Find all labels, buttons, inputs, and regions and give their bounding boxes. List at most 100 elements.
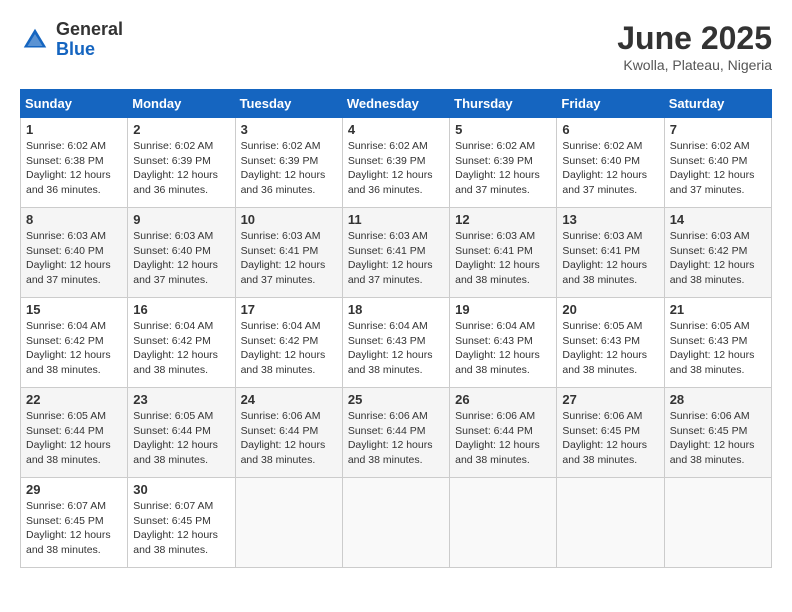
calendar-cell: 10 Sunrise: 6:03 AMSunset: 6:41 PMDayligh… (235, 208, 342, 298)
day-header-tuesday: Tuesday (235, 90, 342, 118)
day-info: Sunrise: 6:06 AMSunset: 6:45 PMDaylight:… (670, 409, 766, 468)
day-info: Sunrise: 6:04 AMSunset: 6:42 PMDaylight:… (26, 319, 122, 378)
day-info: Sunrise: 6:06 AMSunset: 6:44 PMDaylight:… (455, 409, 551, 468)
calendar-cell: 18Sunrise: 6:04 AMSunset: 6:43 PMDayligh… (342, 298, 449, 388)
calendar-cell: 27 Sunrise: 6:06 AMSunset: 6:45 PMDayligh… (557, 388, 664, 478)
calendar-cell: 22Sunrise: 6:05 AMSunset: 6:44 PMDayligh… (21, 388, 128, 478)
logo-icon (20, 25, 50, 55)
day-info: Sunrise: 6:02 AMSunset: 6:39 PMDaylight:… (348, 139, 444, 198)
calendar-cell: 15 Sunrise: 6:04 AMSunset: 6:42 PMDayligh… (21, 298, 128, 388)
calendar-cell: 12Sunrise: 6:03 AMSunset: 6:41 PMDayligh… (450, 208, 557, 298)
calendar-cell: 5 Sunrise: 6:02 AMSunset: 6:39 PMDaylight… (450, 118, 557, 208)
day-number: 15 (26, 302, 122, 317)
day-info: Sunrise: 6:04 AMSunset: 6:42 PMDaylight:… (133, 319, 229, 378)
calendar-cell: 4 Sunrise: 6:02 AMSunset: 6:39 PMDaylight… (342, 118, 449, 208)
title-section: June 2025 Kwolla, Plateau, Nigeria (617, 20, 772, 73)
day-number: 14 (670, 212, 766, 227)
day-info: Sunrise: 6:05 AMSunset: 6:44 PMDaylight:… (133, 409, 229, 468)
day-info: Sunrise: 6:03 AMSunset: 6:40 PMDaylight:… (26, 229, 122, 288)
calendar-cell: 13 Sunrise: 6:03 AMSunset: 6:41 PMDayligh… (557, 208, 664, 298)
day-number: 24 (241, 392, 337, 407)
week-row-3: 15 Sunrise: 6:04 AMSunset: 6:42 PMDayligh… (21, 298, 772, 388)
logo-blue: Blue (56, 39, 95, 59)
calendar-cell: 9 Sunrise: 6:03 AMSunset: 6:40 PMDaylight… (128, 208, 235, 298)
day-info: Sunrise: 6:03 AMSunset: 6:42 PMDaylight:… (670, 229, 766, 288)
day-info: Sunrise: 6:03 AMSunset: 6:41 PMDaylight:… (455, 229, 551, 288)
day-number: 11 (348, 212, 444, 227)
day-number: 23 (133, 392, 229, 407)
day-header-friday: Friday (557, 90, 664, 118)
calendar-cell: 20 Sunrise: 6:05 AMSunset: 6:43 PMDayligh… (557, 298, 664, 388)
calendar-cell: 16Sunrise: 6:04 AMSunset: 6:42 PMDayligh… (128, 298, 235, 388)
day-number: 17 (241, 302, 337, 317)
day-info: Sunrise: 6:02 AMSunset: 6:39 PMDaylight:… (241, 139, 337, 198)
week-row-5: 29 Sunrise: 6:07 AMSunset: 6:45 PMDayligh… (21, 478, 772, 568)
calendar-cell: 25 Sunrise: 6:06 AMSunset: 6:44 PMDayligh… (342, 388, 449, 478)
day-info: Sunrise: 6:07 AMSunset: 6:45 PMDaylight:… (26, 499, 122, 558)
day-number: 5 (455, 122, 551, 137)
day-number: 4 (348, 122, 444, 137)
day-number: 6 (562, 122, 658, 137)
calendar-cell: 29 Sunrise: 6:07 AMSunset: 6:45 PMDayligh… (21, 478, 128, 568)
day-header-thursday: Thursday (450, 90, 557, 118)
logo: General Blue (20, 20, 123, 60)
calendar-cell (235, 478, 342, 568)
day-number: 25 (348, 392, 444, 407)
day-number: 9 (133, 212, 229, 227)
calendar-body: 1Sunrise: 6:02 AMSunset: 6:38 PMDaylight… (21, 118, 772, 568)
logo-text: General Blue (56, 20, 123, 60)
calendar-cell: 8 Sunrise: 6:03 AMSunset: 6:40 PMDaylight… (21, 208, 128, 298)
day-number: 26 (455, 392, 551, 407)
calendar-table: SundayMondayTuesdayWednesdayThursdayFrid… (20, 89, 772, 568)
day-info: Sunrise: 6:06 AMSunset: 6:44 PMDaylight:… (241, 409, 337, 468)
calendar-cell (450, 478, 557, 568)
day-number: 27 (562, 392, 658, 407)
day-header-saturday: Saturday (664, 90, 771, 118)
page-header: General Blue June 2025 Kwolla, Plateau, … (20, 20, 772, 73)
day-number: 29 (26, 482, 122, 497)
day-number: 8 (26, 212, 122, 227)
calendar-cell: 24 Sunrise: 6:06 AMSunset: 6:44 PMDayligh… (235, 388, 342, 478)
day-number: 22 (26, 392, 122, 407)
calendar-cell: 23 Sunrise: 6:05 AMSunset: 6:44 PMDayligh… (128, 388, 235, 478)
day-info: Sunrise: 6:02 AMSunset: 6:40 PMDaylight:… (562, 139, 658, 198)
week-row-1: 1Sunrise: 6:02 AMSunset: 6:38 PMDaylight… (21, 118, 772, 208)
week-row-2: 8 Sunrise: 6:03 AMSunset: 6:40 PMDaylight… (21, 208, 772, 298)
day-number: 13 (562, 212, 658, 227)
calendar-cell (664, 478, 771, 568)
day-number: 3 (241, 122, 337, 137)
day-info: Sunrise: 6:03 AMSunset: 6:41 PMDaylight:… (241, 229, 337, 288)
day-info: Sunrise: 6:06 AMSunset: 6:45 PMDaylight:… (562, 409, 658, 468)
day-header-monday: Monday (128, 90, 235, 118)
calendar-cell: 26 Sunrise: 6:06 AMSunset: 6:44 PMDayligh… (450, 388, 557, 478)
month-title: June 2025 (617, 20, 772, 57)
calendar-cell: 21 Sunrise: 6:05 AMSunset: 6:43 PMDayligh… (664, 298, 771, 388)
day-info: Sunrise: 6:03 AMSunset: 6:41 PMDaylight:… (348, 229, 444, 288)
day-header-sunday: Sunday (21, 90, 128, 118)
calendar-cell: 3 Sunrise: 6:02 AMSunset: 6:39 PMDaylight… (235, 118, 342, 208)
day-info: Sunrise: 6:03 AMSunset: 6:40 PMDaylight:… (133, 229, 229, 288)
calendar-header-row: SundayMondayTuesdayWednesdayThursdayFrid… (21, 90, 772, 118)
day-number: 21 (670, 302, 766, 317)
day-info: Sunrise: 6:02 AMSunset: 6:39 PMDaylight:… (455, 139, 551, 198)
location: Kwolla, Plateau, Nigeria (617, 57, 772, 73)
day-info: Sunrise: 6:05 AMSunset: 6:43 PMDaylight:… (670, 319, 766, 378)
day-info: Sunrise: 6:03 AMSunset: 6:41 PMDaylight:… (562, 229, 658, 288)
day-info: Sunrise: 6:04 AMSunset: 6:42 PMDaylight:… (241, 319, 337, 378)
day-number: 30 (133, 482, 229, 497)
day-number: 10 (241, 212, 337, 227)
calendar-cell: 2Sunrise: 6:02 AMSunset: 6:39 PMDaylight… (128, 118, 235, 208)
day-number: 2 (133, 122, 229, 137)
calendar-cell (557, 478, 664, 568)
day-header-wednesday: Wednesday (342, 90, 449, 118)
calendar-cell: 14 Sunrise: 6:03 AMSunset: 6:42 PMDayligh… (664, 208, 771, 298)
day-number: 20 (562, 302, 658, 317)
day-number: 28 (670, 392, 766, 407)
calendar-cell: 19Sunrise: 6:04 AMSunset: 6:43 PMDayligh… (450, 298, 557, 388)
day-info: Sunrise: 6:06 AMSunset: 6:44 PMDaylight:… (348, 409, 444, 468)
calendar-cell: 7Sunrise: 6:02 AMSunset: 6:40 PMDaylight… (664, 118, 771, 208)
day-info: Sunrise: 6:05 AMSunset: 6:43 PMDaylight:… (562, 319, 658, 378)
day-info: Sunrise: 6:02 AMSunset: 6:38 PMDaylight:… (26, 139, 122, 198)
calendar-cell: 17 Sunrise: 6:04 AMSunset: 6:42 PMDayligh… (235, 298, 342, 388)
calendar-cell: 28 Sunrise: 6:06 AMSunset: 6:45 PMDayligh… (664, 388, 771, 478)
